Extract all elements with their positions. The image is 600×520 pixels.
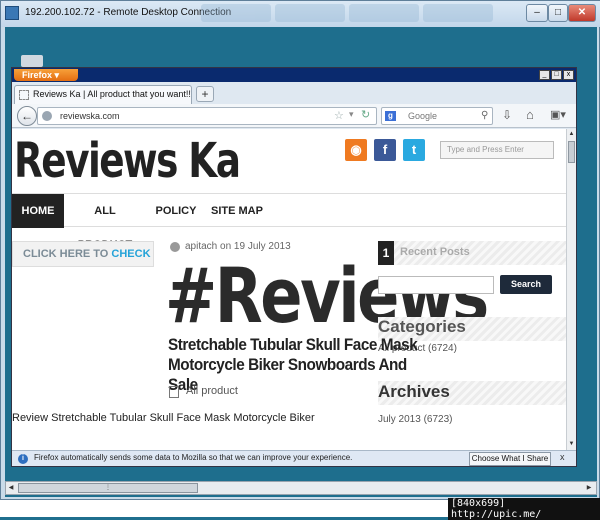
google-icon[interactable]: g [385, 111, 396, 121]
rss-icon[interactable]: ◉ [345, 139, 367, 161]
post-excerpt: Review Stretchable Tubular Skull Face Ma… [12, 412, 315, 424]
notification-close-icon[interactable]: x [560, 452, 565, 462]
remote-tab [201, 4, 271, 22]
desktop-icon[interactable] [21, 55, 43, 67]
notification-text: Firefox automatically sends some data to… [34, 453, 353, 462]
scroll-right-icon[interactable]: ▶ [584, 482, 594, 494]
remote-taskbar-tabs [201, 1, 521, 23]
sidebar-search-input[interactable] [378, 276, 494, 294]
close-button[interactable]: ✕ [568, 4, 596, 22]
url-dropdown-icon[interactable]: ▾ [349, 109, 354, 120]
rdp-window: 192.200.102.72 - Remote Desktop Connecti… [0, 0, 600, 500]
scroll-thumb[interactable]: ⋮ [18, 483, 198, 493]
page-viewport: Reviews Ka ◉ f t Type and Press Enter HO… [12, 129, 566, 450]
reload-icon[interactable]: ↻ [361, 108, 370, 121]
firefox-close-button[interactable]: x [563, 70, 574, 80]
tab-strip: Reviews Ka | All product that you want!!… [12, 82, 576, 104]
nav-item-site-map[interactable]: SITE MAP [208, 194, 266, 228]
navigation-toolbar: ← reviewska.com ☆ ▾ ↻ Google g ⚲ ⇩ ⌂ ▣▾ [12, 104, 576, 128]
scroll-thumb[interactable] [568, 141, 575, 163]
nav-item-policy[interactable]: POLICY [152, 194, 200, 228]
maximize-button[interactable]: □ [548, 4, 568, 22]
firefox-maximize-button[interactable]: □ [551, 70, 562, 80]
remote-tab [275, 4, 345, 22]
bookmarks-menu-icon[interactable]: ▣▾ [550, 108, 566, 121]
recent-posts-number: 1 [378, 241, 394, 265]
site-logo[interactable]: Reviews Ka [14, 133, 241, 189]
nav-item-home[interactable]: HOME [12, 194, 64, 228]
scroll-down-icon[interactable]: ▼ [567, 439, 576, 449]
firefox-window: Firefox ▾ _ □ x Reviews Ka | All product… [11, 67, 577, 467]
firefox-titlebar[interactable]: Firefox ▾ _ □ x [12, 68, 576, 82]
remote-tab [423, 4, 493, 22]
post-category-link[interactable]: All product [186, 385, 238, 397]
scroll-up-icon[interactable]: ▲ [567, 129, 576, 139]
twitter-icon[interactable]: t [403, 139, 425, 161]
remote-desktop: Firefox ▾ _ □ x Reviews Ka | All product… [5, 27, 597, 497]
scroll-left-icon[interactable]: ◀ [6, 482, 16, 494]
favicon-icon [19, 90, 29, 100]
nav-item-all-product[interactable]: ALL PRODUCT [66, 194, 144, 251]
categories-heading: Categories [378, 317, 466, 336]
banner-text-blue: CHECK P [111, 248, 153, 260]
banner-text-gray: CLICK HERE TO [23, 248, 112, 260]
horizontal-scrollbar[interactable]: ◀ ⋮ ▶ [5, 481, 597, 495]
back-arrow-icon[interactable]: ← [17, 106, 37, 126]
info-icon: i [18, 454, 28, 464]
site-nav: HOME ALL PRODUCT POLICY SITE MAP [12, 193, 566, 251]
firefox-minimize-button[interactable]: _ [539, 70, 550, 80]
monitor-icon [5, 6, 19, 20]
bookmark-star-icon[interactable]: ☆ [334, 109, 344, 122]
recent-posts-heading: Recent Posts [400, 246, 470, 258]
folder-icon [169, 386, 179, 398]
new-tab-button[interactable]: + [196, 86, 214, 102]
download-arrow-icon[interactable]: ⇩ [502, 108, 512, 122]
click-here-banner[interactable]: CLICK HERE TO CHECK P [12, 241, 154, 267]
search-magnifier-icon[interactable]: ⚲ [481, 110, 488, 121]
minimize-button[interactable]: – [526, 4, 548, 22]
site-search-input[interactable]: Type and Press Enter [440, 141, 554, 159]
firefox-menu-button[interactable]: Firefox ▾ [14, 69, 78, 81]
notification-bar: i Firefox automatically sends some data … [12, 450, 576, 466]
remote-tab [349, 4, 419, 22]
globe-icon[interactable] [42, 111, 52, 121]
search-input[interactable]: Google [381, 107, 493, 125]
archive-link[interactable]: July 2013 (6723) [378, 414, 453, 425]
rdp-titlebar[interactable]: 192.200.102.72 - Remote Desktop Connecti… [1, 1, 600, 27]
browser-tab[interactable]: Reviews Ka | All product that you want!! [14, 85, 192, 104]
choose-what-i-share-button[interactable]: Choose What I Share [469, 452, 551, 466]
tab-title: Reviews Ka | All product that you want!! [33, 89, 191, 99]
home-icon[interactable]: ⌂ [526, 107, 534, 122]
url-bar[interactable]: reviewska.com [37, 107, 377, 125]
facebook-icon[interactable]: f [374, 139, 396, 161]
sidebar-search-button[interactable]: Search [500, 275, 552, 294]
vertical-scrollbar[interactable]: ▲ ▼ [566, 129, 576, 450]
